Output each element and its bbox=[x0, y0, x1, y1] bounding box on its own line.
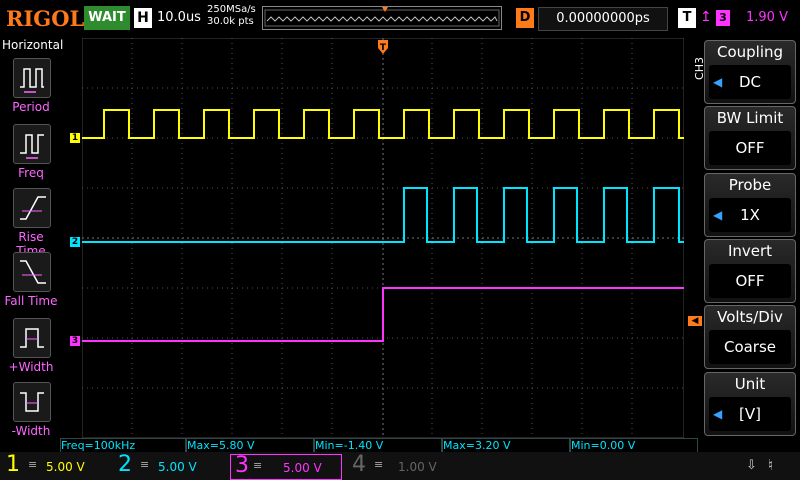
channel-number: 2 bbox=[118, 452, 132, 477]
softkey-label: Coupling bbox=[716, 43, 784, 61]
speaker-muted-icon[interactable]: ♮ bbox=[768, 456, 773, 474]
softkey-label: Volts/Div bbox=[717, 308, 783, 326]
softkey-value: Coarse bbox=[723, 338, 777, 356]
trigger-position-label: T bbox=[380, 43, 387, 53]
channel-2-scale[interactable]: 2 ≡ 5.00 V bbox=[118, 452, 224, 478]
frequency-icon bbox=[13, 124, 51, 164]
channel-1-scale[interactable]: 1 ≡ 5.00 V bbox=[6, 452, 112, 478]
softkey-value: OFF bbox=[735, 139, 765, 157]
sample-rate: 250MSa/s bbox=[207, 4, 256, 15]
softkey-label: BW Limit bbox=[716, 109, 784, 127]
rise-time-icon bbox=[13, 188, 51, 228]
volts-div-softkey[interactable]: Volts/Div Coarse bbox=[704, 305, 796, 369]
channel-3-scale[interactable]: 3 ≡ 5.00 V bbox=[230, 453, 342, 480]
acquisition-info: 250MSa/s 30.0k pts bbox=[207, 4, 256, 28]
measure-frequency[interactable]: Freq bbox=[2, 124, 60, 188]
memory-map-waveform bbox=[264, 7, 500, 27]
period-icon bbox=[13, 58, 51, 98]
softkey-value-box: ◀ 1X bbox=[709, 198, 791, 232]
channel-number: 4 bbox=[352, 452, 366, 477]
channel-2-marker[interactable]: 2 bbox=[70, 237, 80, 247]
delay-value[interactable]: 0.00000000ps bbox=[538, 7, 668, 31]
channel-1-marker[interactable]: 1 bbox=[70, 133, 80, 143]
timebase-value[interactable]: 10.0us bbox=[157, 10, 201, 25]
channel-menu: Coupling ◀ DC BW Limit OFF Probe ◀ 1X In… bbox=[704, 40, 800, 438]
softkey-value-box: Coarse bbox=[709, 330, 791, 364]
measure-fall-time[interactable]: Fall Time bbox=[2, 252, 60, 316]
softkey-value-box: OFF bbox=[709, 131, 791, 165]
channel-number: 1 bbox=[6, 452, 20, 477]
fall-time-icon bbox=[13, 252, 51, 292]
memory-depth: 30.0k pts bbox=[207, 16, 254, 27]
negative-width-icon bbox=[13, 382, 51, 422]
measure-label: -Width bbox=[11, 424, 51, 438]
invert-softkey[interactable]: Invert OFF bbox=[704, 239, 796, 303]
softkey-value-box: OFF bbox=[709, 264, 791, 298]
channel-scale: 5.00 V bbox=[283, 461, 322, 475]
measure-label: Period bbox=[12, 100, 50, 114]
measure-menu: Horizontal Period Freq Rise Time Fall Ti… bbox=[0, 36, 64, 438]
softkey-label: Unit bbox=[734, 375, 766, 393]
softkey-value-box: ◀ DC bbox=[709, 65, 791, 99]
channel-scale: 5.00 V bbox=[158, 460, 197, 474]
channel-scale: 1.00 V bbox=[398, 460, 437, 474]
rising-edge-icon: ↥ bbox=[700, 9, 712, 25]
softkey-value: [V] bbox=[739, 405, 761, 423]
trigger-badge[interactable]: T bbox=[678, 8, 696, 28]
channel-4-scale[interactable]: 4 ≡ 1.00 V bbox=[352, 452, 458, 478]
status-bar: RIGOL WAIT H 10.0us 250MSa/s 30.0k pts D… bbox=[0, 0, 800, 36]
measure-label: Fall Time bbox=[4, 294, 58, 308]
coupling-softkey[interactable]: Coupling ◀ DC bbox=[704, 40, 796, 104]
measure-menu-title: Horizontal bbox=[2, 38, 64, 52]
measure-label: +Width bbox=[8, 360, 54, 374]
measure-negative-width[interactable]: -Width bbox=[2, 382, 60, 446]
positive-width-icon bbox=[13, 318, 51, 358]
softkey-label: Probe bbox=[728, 176, 772, 194]
run-status-badge[interactable]: WAIT bbox=[84, 6, 130, 30]
trigger-level-marker[interactable]: ◀ bbox=[688, 316, 702, 326]
delay-badge[interactable]: D bbox=[516, 8, 534, 28]
dc-coupling-icon: ≡ bbox=[374, 458, 384, 471]
measure-positive-width[interactable]: +Width bbox=[2, 318, 60, 382]
measure-period[interactable]: Period bbox=[2, 58, 60, 122]
softkey-value: OFF bbox=[735, 272, 765, 290]
waveform-display[interactable]: T bbox=[82, 38, 684, 438]
trigger-source-badge[interactable]: 3 bbox=[716, 10, 730, 26]
dc-coupling-icon: ≡ bbox=[253, 459, 263, 472]
channel-bar: 1 ≡ 5.00 V 2 ≡ 5.00 V 3 ≡ 5.00 V 4 ≡ 1.0… bbox=[0, 452, 800, 480]
softkey-value: 1X bbox=[740, 206, 760, 224]
measure-rise-time[interactable]: Rise Time bbox=[2, 188, 60, 258]
softkey-value: DC bbox=[738, 73, 762, 91]
dc-coupling-icon: ≡ bbox=[140, 458, 150, 471]
horizontal-badge[interactable]: H bbox=[134, 8, 152, 28]
bw-limit-softkey[interactable]: BW Limit OFF bbox=[704, 106, 796, 170]
channel-3-marker[interactable]: 3 bbox=[70, 336, 80, 346]
unit-softkey[interactable]: Unit ◀ [V] bbox=[704, 372, 796, 436]
measure-label: Freq bbox=[18, 166, 44, 180]
trigger-level[interactable]: 1.90 V bbox=[738, 10, 796, 25]
channel-scale: 5.00 V bbox=[46, 460, 85, 474]
softkey-value-box: ◀ [V] bbox=[709, 397, 791, 431]
softkey-label: Invert bbox=[727, 242, 773, 260]
probe-softkey[interactable]: Probe ◀ 1X bbox=[704, 173, 796, 237]
brand-logo: RIGOL bbox=[6, 6, 85, 31]
usb-icon: ⇩ bbox=[746, 458, 757, 473]
dc-coupling-icon: ≡ bbox=[28, 458, 38, 471]
memory-map[interactable] bbox=[262, 6, 502, 30]
channel-number: 3 bbox=[235, 453, 249, 478]
